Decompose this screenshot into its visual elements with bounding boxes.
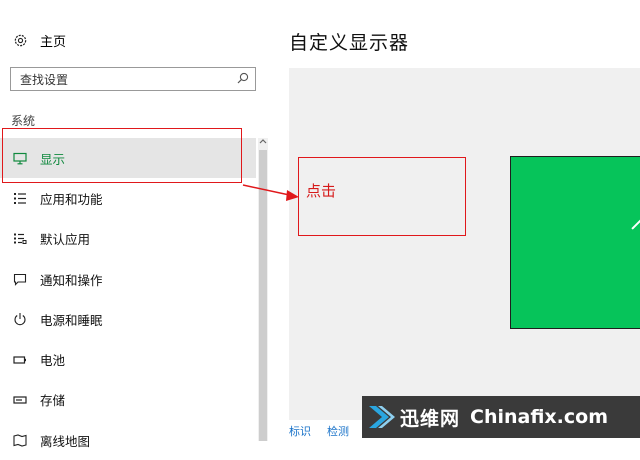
apps-list-icon [11,189,29,207]
watermark-en-text: Chinafix.com [470,406,609,428]
page-title: 自定义显示器 [289,32,410,54]
sidebar-item-battery[interactable]: 电池 [0,339,256,379]
sidebar-item-notifications[interactable]: 通知和操作 [0,259,256,299]
watermark-logo-icon [369,406,395,428]
sidebar-item-power-sleep[interactable]: 电源和睡眠 [0,299,256,339]
sidebar-item-label: 应用和功能 [40,191,103,207]
sidebar-item-storage[interactable]: 存储 [0,380,256,420]
sidebar-item-label: 电源和睡眠 [40,312,103,328]
detect-link[interactable]: 检测 [327,423,349,439]
watermark: 迅维网 Chinafix.com [362,396,640,438]
nav-list: 显示 应用和功能 默认应用 通知和操作 电源和睡眠 电池 存储 离线地图 [0,138,256,460]
battery-icon [11,351,29,369]
identify-link[interactable]: 标识 [289,423,311,439]
section-label: 系统 [11,114,36,128]
sidebar-item-label: 电池 [40,353,66,369]
search-icon[interactable] [237,72,249,87]
offline-maps-icon [11,431,29,449]
power-icon [11,310,29,328]
monitor-tile[interactable] [510,156,640,329]
sidebar-item-label: 通知和操作 [40,272,103,288]
home-label: 主页 [40,34,67,50]
sidebar: 主页 查找设置 系统 显示 应用和功能 默认应用 通知和操作 电源和睡眠 电池 … [0,0,268,449]
sidebar-item-apps-features[interactable]: 应用和功能 [0,178,256,218]
sidebar-item-offline-maps[interactable]: 离线地图 [0,420,256,460]
watermark-cn-text: 迅维网 [400,407,461,430]
home-nav-item[interactable]: 主页 [12,28,66,52]
notification-icon [11,270,29,288]
sidebar-item-label: 存储 [40,393,66,409]
annotation-click-text: 点击 [306,182,337,200]
gear-icon [12,32,28,48]
annotation-box-display-item [2,128,242,183]
storage-icon [11,391,29,409]
search-input[interactable]: 查找设置 [10,67,256,91]
sidebar-item-label: 离线地图 [40,433,91,449]
sidebar-item-label: 默认应用 [40,232,91,248]
scroll-up-arrow-icon[interactable] [258,138,268,148]
sidebar-item-default-apps[interactable]: 默认应用 [0,219,256,259]
search-placeholder: 查找设置 [20,72,69,87]
default-apps-icon [11,230,29,248]
display-actions: 标识 检测 [289,423,349,439]
annotation-arrow-icon [242,184,299,201]
